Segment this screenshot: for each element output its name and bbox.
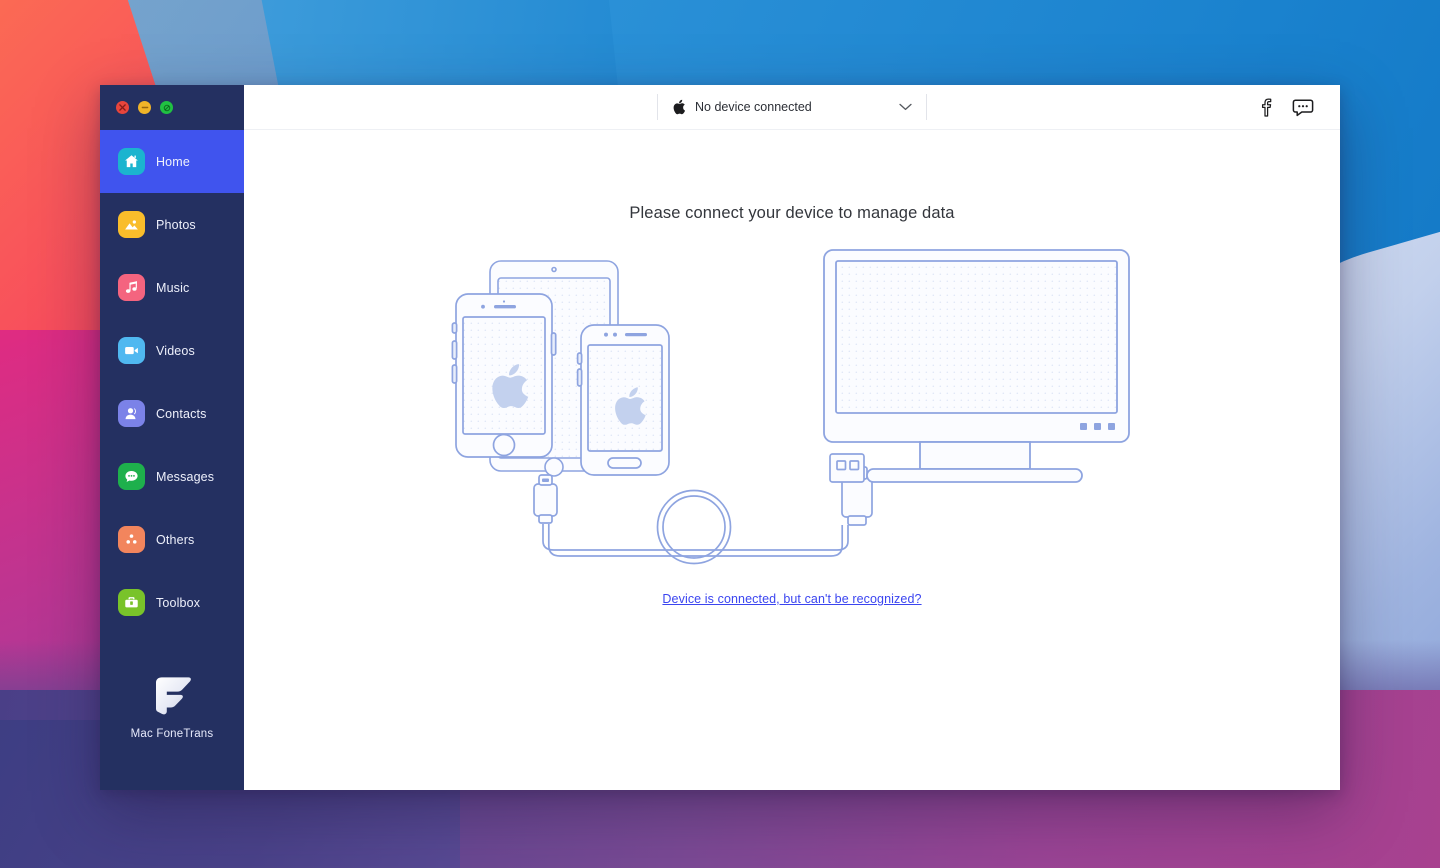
- home-icon: [118, 148, 145, 175]
- page-title: Please connect your device to manage dat…: [629, 204, 955, 222]
- sidebar-item-label: Others: [156, 532, 195, 547]
- music-icon: [118, 274, 145, 301]
- toolbar: No device connected: [244, 85, 1340, 130]
- sidebar-item-home[interactable]: Home: [100, 130, 244, 193]
- sidebar-item-messages[interactable]: Messages: [100, 445, 244, 508]
- others-icon: [118, 526, 145, 553]
- content-area: No device connected Please connect your …: [244, 85, 1340, 790]
- sidebar: Home Photos Music Videos Contacts Messag…: [100, 85, 244, 790]
- sidebar-item-contacts[interactable]: Contacts: [100, 382, 244, 445]
- minimize-button[interactable]: [138, 101, 151, 114]
- sidebar-nav: Home Photos Music Videos Contacts Messag…: [100, 130, 244, 634]
- app-window: Home Photos Music Videos Contacts Messag…: [100, 85, 1340, 790]
- devices-and-monitor-illustration: [442, 245, 1142, 580]
- videos-icon: [118, 337, 145, 364]
- sidebar-item-label: Messages: [156, 469, 215, 484]
- maximize-button[interactable]: [160, 101, 173, 114]
- sidebar-item-photos[interactable]: Photos: [100, 193, 244, 256]
- photos-icon: [118, 211, 145, 238]
- brand-block: Mac FoneTrans: [100, 675, 244, 790]
- chevron-down-icon[interactable]: [899, 98, 912, 116]
- close-button[interactable]: [116, 101, 129, 114]
- sidebar-item-label: Music: [156, 280, 190, 295]
- main-panel: Please connect your device to manage dat…: [244, 130, 1340, 790]
- sidebar-item-music[interactable]: Music: [100, 256, 244, 319]
- sidebar-item-videos[interactable]: Videos: [100, 319, 244, 382]
- sidebar-item-label: Videos: [156, 343, 195, 358]
- sidebar-item-label: Photos: [156, 217, 196, 232]
- toolbox-icon: [118, 589, 145, 616]
- sidebar-item-label: Contacts: [156, 406, 207, 421]
- messages-icon: [118, 463, 145, 490]
- sidebar-item-label: Toolbox: [156, 595, 201, 610]
- recognize-help-link[interactable]: Device is connected, but can't be recogn…: [662, 592, 921, 606]
- device-selector[interactable]: No device connected: [657, 94, 927, 120]
- sidebar-item-toolbox[interactable]: Toolbox: [100, 571, 244, 634]
- sidebar-item-label: Home: [156, 154, 190, 169]
- sidebar-item-others[interactable]: Others: [100, 508, 244, 571]
- fonetrans-logo-icon: [147, 675, 197, 717]
- contacts-icon: [118, 400, 145, 427]
- apple-logo-icon: [672, 99, 686, 115]
- feedback-icon[interactable]: [1292, 98, 1314, 117]
- facebook-icon[interactable]: [1258, 97, 1272, 117]
- toolbar-actions: [1258, 97, 1340, 117]
- window-controls: [100, 85, 244, 130]
- brand-name: Mac FoneTrans: [130, 728, 214, 740]
- device-name-label: No device connected: [695, 100, 812, 114]
